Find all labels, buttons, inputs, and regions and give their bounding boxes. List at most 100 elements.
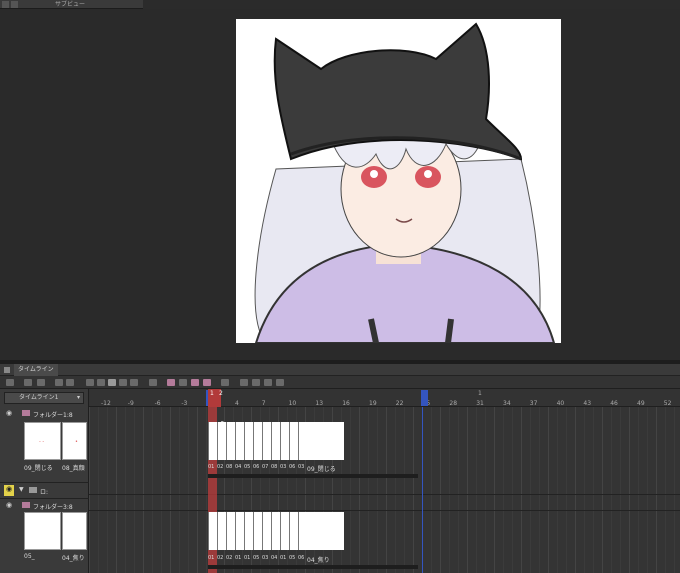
cel-label: 01 xyxy=(208,464,215,470)
frame-gridline xyxy=(368,407,369,573)
frame-gridline xyxy=(377,407,378,573)
zoom-in-icon[interactable] xyxy=(66,379,74,386)
layer-thumbnail: - - xyxy=(24,422,61,460)
ruler-tick-label: -9 xyxy=(127,400,134,407)
playhead-label: 1 xyxy=(210,390,214,397)
layer-row-folder1[interactable]: ◉ フォルダー1:8 - - • 09_閉じる 08_真顔 xyxy=(0,407,89,483)
ruler-tick-label: 4 xyxy=(235,400,239,407)
light-table-icon[interactable] xyxy=(203,379,211,386)
frame-gridline xyxy=(197,407,198,573)
frame-gridline xyxy=(557,407,558,573)
frame-gridline xyxy=(575,407,576,573)
keyframe-remove-icon[interactable] xyxy=(264,379,272,386)
cel-divider xyxy=(217,422,218,460)
cel-divider xyxy=(217,512,218,550)
cel-label: 01 xyxy=(235,555,242,561)
frame-gridline xyxy=(485,407,486,573)
cel-label: 02 xyxy=(217,464,224,470)
frame-gridline xyxy=(503,407,504,573)
cel-divider xyxy=(244,422,245,460)
frame-gridline xyxy=(179,407,180,573)
ruler-tick-label: 16 xyxy=(342,400,350,407)
new-timeline-icon[interactable] xyxy=(6,379,14,386)
frame-gridline xyxy=(404,407,405,573)
cel-strip[interactable] xyxy=(208,512,344,550)
specify-cel-icon[interactable] xyxy=(179,379,187,386)
layer-name: フォルダー3:8 xyxy=(33,504,73,511)
frame-gridline xyxy=(476,407,477,573)
cel-strip[interactable] xyxy=(208,422,344,460)
frame-gridline xyxy=(413,407,414,573)
end-marker[interactable] xyxy=(421,390,428,406)
frame-ruler[interactable]: 1 -12-9-6-314710131619222528313437404346… xyxy=(89,389,680,407)
cel-label: 04 xyxy=(271,555,278,561)
go-start-icon[interactable] xyxy=(86,379,94,386)
frame-gridline xyxy=(530,407,531,573)
cel-label: 06 xyxy=(289,464,296,470)
new-animation-folder-icon[interactable] xyxy=(167,379,175,386)
thumb-label: 04_焦り xyxy=(62,555,85,562)
thumb-label: 05_ xyxy=(24,553,35,560)
cel-label: 06 xyxy=(298,555,305,561)
layer-thumbnail xyxy=(62,512,87,550)
ruler-tick-label: -3 xyxy=(181,400,188,407)
cel-track xyxy=(208,565,418,569)
frame-gridline xyxy=(593,407,594,573)
cel-label: 01 xyxy=(208,555,215,561)
timeline-settings-icon[interactable] xyxy=(37,379,45,386)
cel-label: 03 xyxy=(262,555,269,561)
ruler-tick-label: 43 xyxy=(583,400,592,407)
frame-gridline xyxy=(548,407,549,573)
timeline-panel-header: タイムライン xyxy=(0,364,680,376)
cel-label: 05 xyxy=(253,555,260,561)
close-icon[interactable] xyxy=(2,1,9,8)
play-icon[interactable] xyxy=(108,379,116,386)
cel-divider xyxy=(235,512,236,550)
ruler-tick-label: 37 xyxy=(529,400,538,407)
menu-icon[interactable] xyxy=(11,1,18,8)
tab-timeline[interactable]: タイムライン xyxy=(14,364,58,376)
eye-icon[interactable]: ◉ xyxy=(6,501,12,509)
camera-icon[interactable] xyxy=(240,379,248,386)
cel-divider xyxy=(262,422,263,460)
cel-divider xyxy=(298,512,299,550)
go-end-icon[interactable] xyxy=(130,379,138,386)
frame-gridline xyxy=(449,407,450,573)
frame-gridline xyxy=(611,407,612,573)
canvas-artwork[interactable] xyxy=(236,19,561,343)
cel-label: 09_閉じる xyxy=(307,466,336,473)
frame-gridline xyxy=(161,407,162,573)
prev-frame-icon[interactable] xyxy=(97,379,105,386)
frame-grid[interactable]: 01 02 08 04 05 06 07 08 03 06 03 09_閉じる 01 02 02 01 01… xyxy=(89,407,680,573)
eye-icon[interactable]: ◉ xyxy=(6,409,12,417)
pen-icon[interactable] xyxy=(276,379,284,386)
layer-row-folder3[interactable]: ◉ フォルダー3:8 05_ 04_焦り xyxy=(0,499,89,573)
keyframe-add-icon[interactable] xyxy=(252,379,260,386)
cel-divider xyxy=(271,512,272,550)
frame-gridline xyxy=(98,407,99,573)
ruler-tick-label: 46 xyxy=(610,400,618,407)
keyframe-icon[interactable] xyxy=(221,379,229,386)
cel-label: 05 xyxy=(244,464,251,470)
loop-icon[interactable] xyxy=(149,379,157,386)
cel-label: 04_焦り xyxy=(307,557,330,564)
layer-row-folder2[interactable]: ◉ ▼ ロ: xyxy=(0,483,89,499)
timeline-selector[interactable]: タイムライン1 ▾ xyxy=(4,392,84,404)
edit-timeline-icon[interactable] xyxy=(24,379,32,386)
frame-gridline xyxy=(386,407,387,573)
ruler-top-mark: 1 xyxy=(478,390,482,397)
cel-label: 01 xyxy=(244,555,251,561)
chevron-down-icon[interactable]: ▼ xyxy=(19,486,24,493)
onion-skin-icon[interactable] xyxy=(191,379,199,386)
subview-tab[interactable]: サブビュー xyxy=(0,0,143,9)
zoom-out-icon[interactable] xyxy=(55,379,63,386)
panel-menu-icon[interactable] xyxy=(4,367,10,373)
next-frame-icon[interactable] xyxy=(119,379,127,386)
character-illustration xyxy=(254,22,556,343)
eye-icon[interactable]: ◉ xyxy=(4,485,14,496)
ruler-tick-label: 22 xyxy=(395,400,404,407)
frame-gridline xyxy=(188,407,189,573)
frame-gridline xyxy=(359,407,360,573)
frame-gridline xyxy=(134,407,135,573)
cel-divider xyxy=(298,422,299,460)
